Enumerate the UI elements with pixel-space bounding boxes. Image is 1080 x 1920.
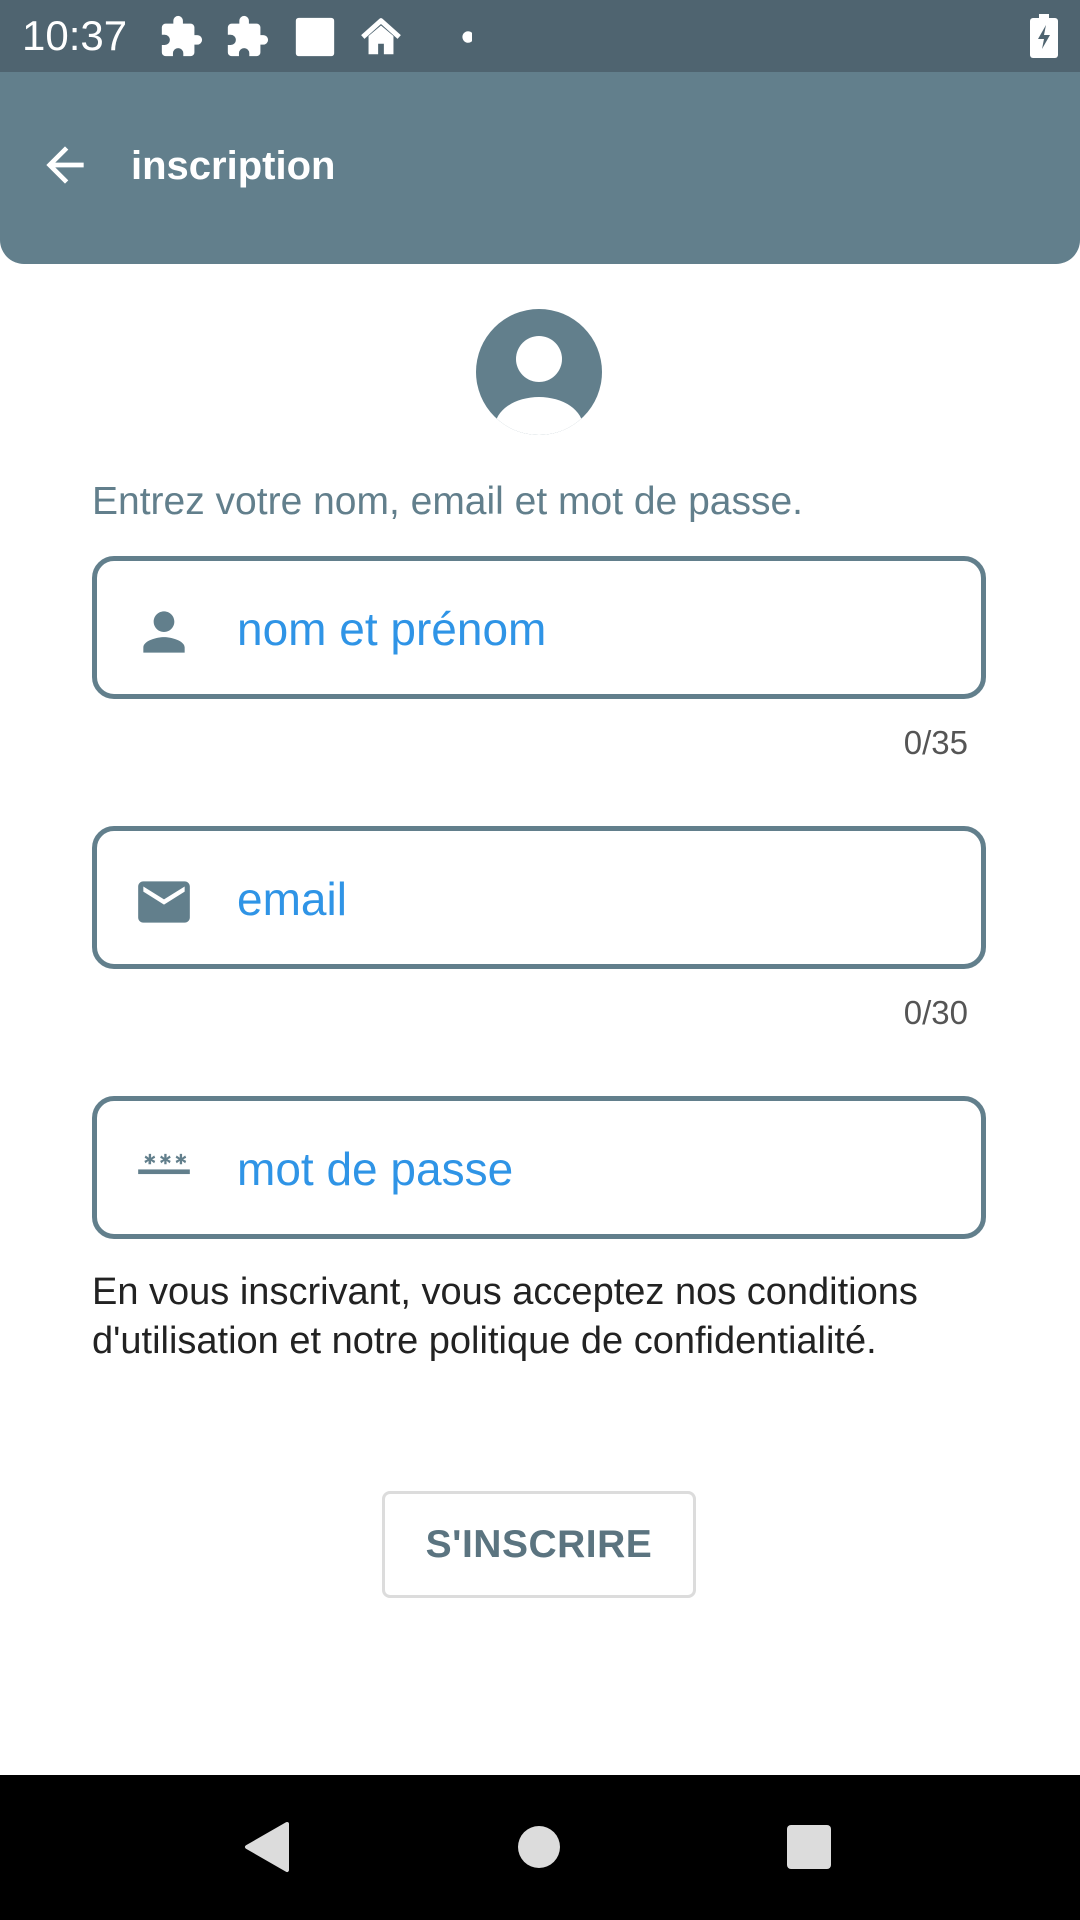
instructions-text: Entrez votre nom, email et mot de passe. [92,480,803,523]
navigation-bar [0,1775,1080,1920]
arrow-left-icon [46,146,84,184]
signup-button[interactable]: S'INSCRIRE [382,1491,696,1598]
puzzle-icon [161,15,203,57]
email-field[interactable] [92,826,986,969]
home-icon [361,18,401,55]
name-counter: 0/35 [903,724,968,761]
person-icon [143,611,185,653]
nav-back-button[interactable] [229,1811,301,1883]
mail-icon [138,881,190,923]
password-input[interactable] [237,1129,957,1209]
nav-home-button[interactable] [503,1811,575,1883]
name-field[interactable] [92,556,986,699]
terms-text: En vous inscrivant, vous acceptez nos co… [92,1271,918,1362]
account-circle-icon [476,309,602,435]
email-input[interactable] [237,859,957,939]
battery-charging-icon [1030,14,1058,58]
name-input[interactable] [237,589,957,669]
password-icon [138,1153,190,1175]
dot-icon [462,31,472,43]
back-button[interactable] [30,130,100,200]
recents-square-icon [787,1825,831,1869]
square-icon [295,17,335,57]
status-bar: 10:37 [0,0,1080,72]
puzzle-icon [227,15,269,57]
status-time: 10:37 [22,12,128,59]
password-field[interactable] [92,1096,986,1239]
page-title: inscription [131,144,336,188]
nav-recents-button[interactable] [773,1811,845,1883]
back-triangle-icon [245,1822,289,1872]
email-counter: 0/30 [903,994,968,1031]
app-bar: inscription [0,72,1080,264]
home-circle-icon [518,1826,560,1868]
